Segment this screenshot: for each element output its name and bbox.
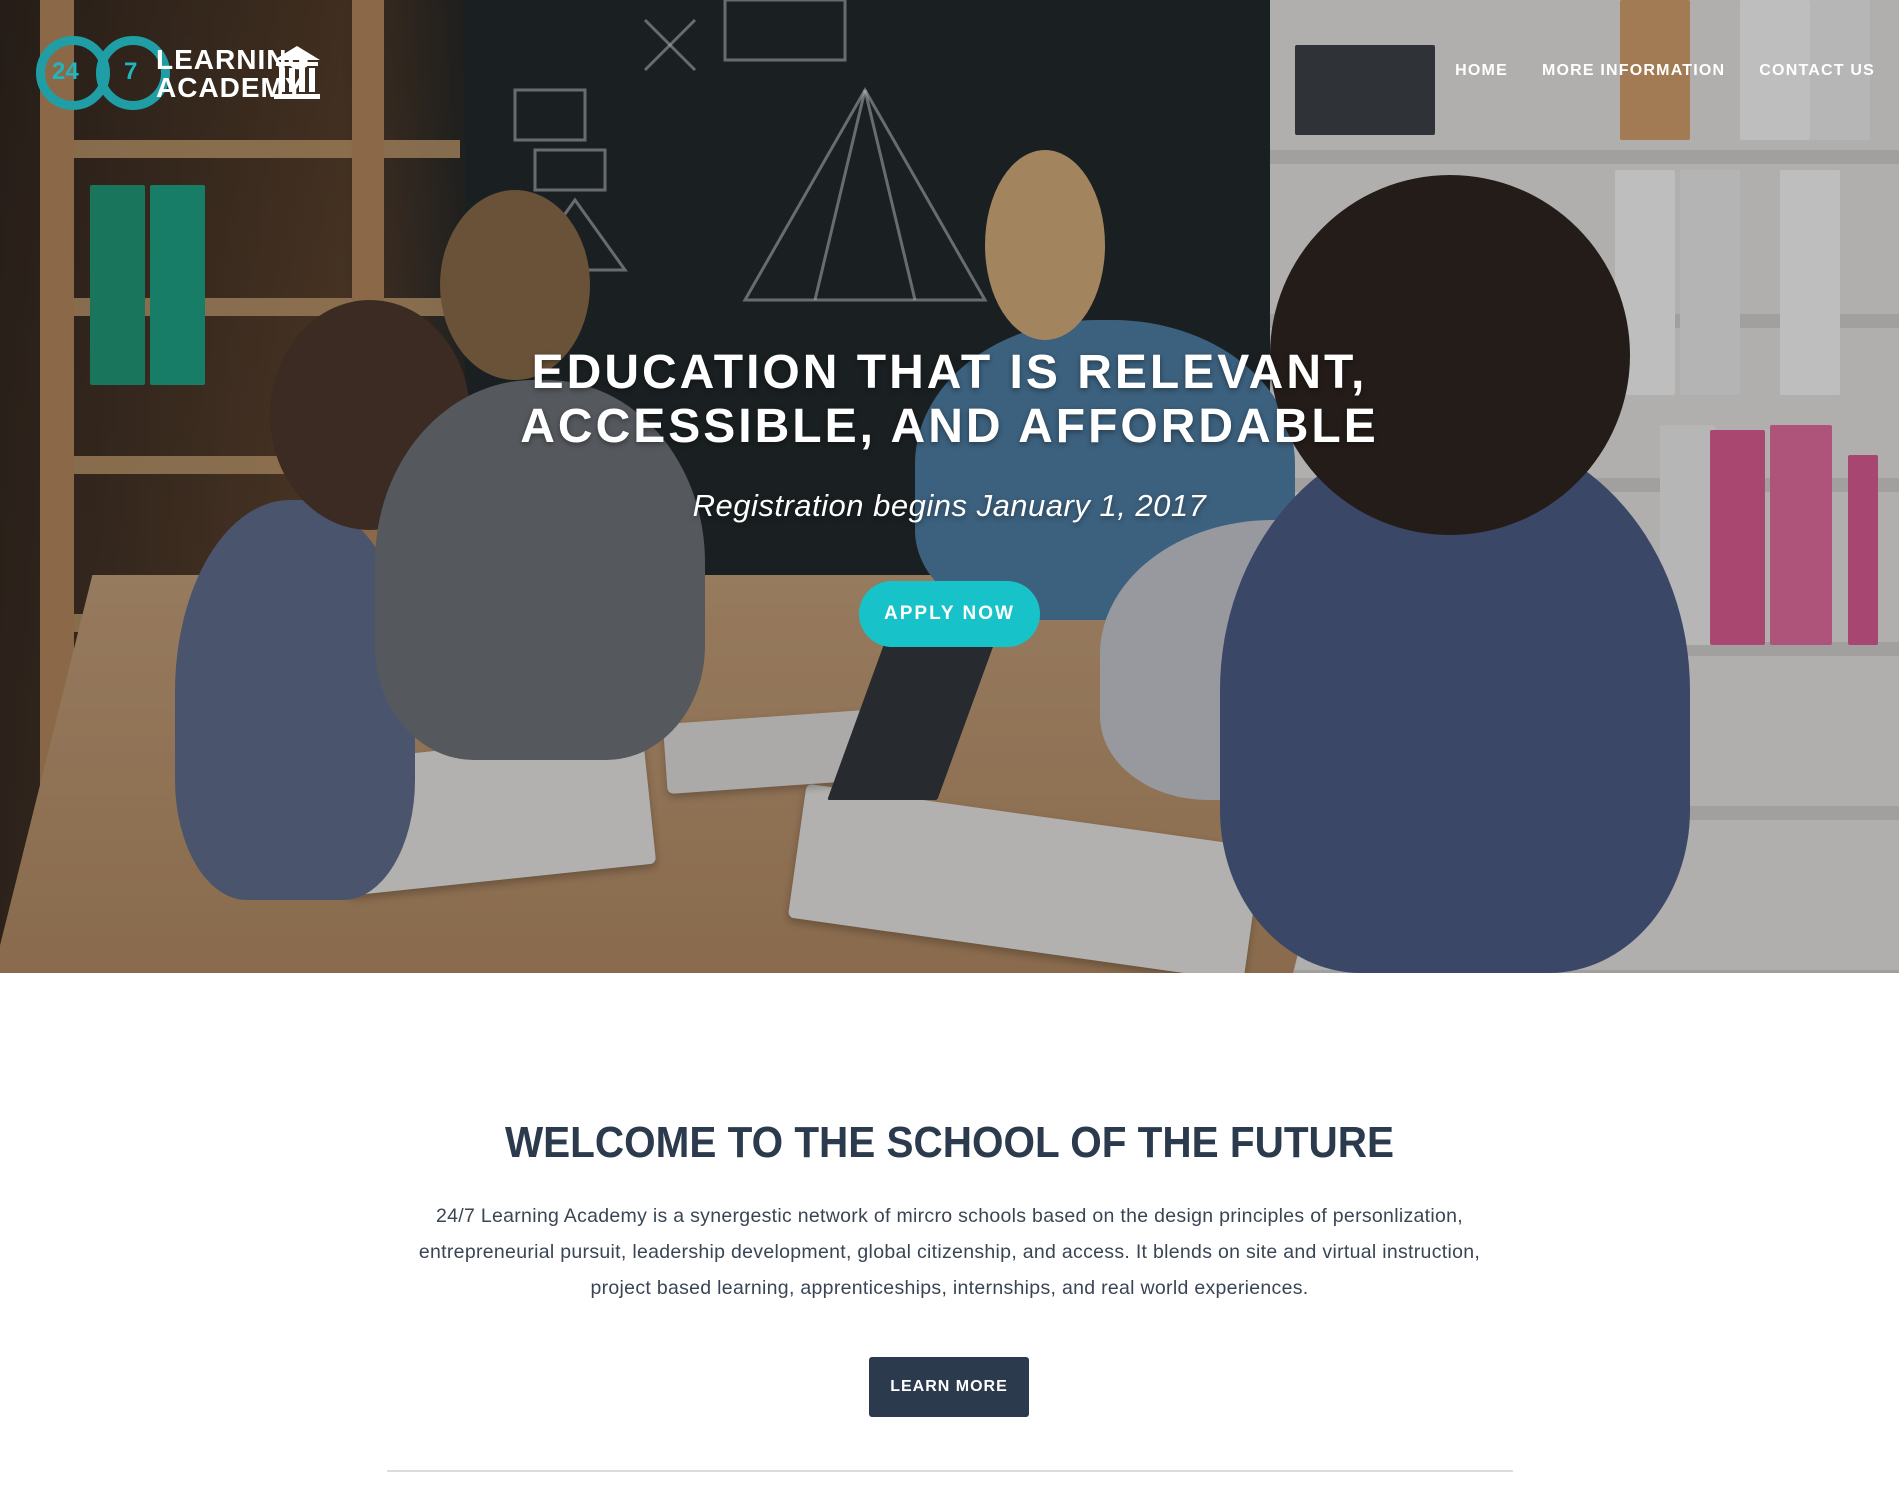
logo-number-24: 24	[52, 58, 79, 85]
hero-title-line1: EDUCATION THAT IS RELEVANT,	[531, 346, 1368, 399]
hero-background-photo	[0, 0, 1899, 973]
hero-subtitle: Registration begins January 1, 2017	[692, 488, 1207, 523]
nav-more-information[interactable]: MORE INFORMATION	[1542, 62, 1725, 80]
hero-banner: 24 7 LEARNING ACADEMY HOME MORE INFORMAT…	[0, 0, 1899, 973]
hero-title: EDUCATION THAT IS RELEVANT, ACCESSIBLE, …	[0, 346, 1899, 454]
building-columns-icon	[274, 46, 320, 99]
welcome-title: WELCOME TO THE SCHOOL OF THE FUTURE	[504, 1118, 1395, 1167]
welcome-body: 24/7 Learning Academy is a synergestic n…	[400, 1198, 1499, 1306]
apply-now-button[interactable]: APPLY NOW	[859, 581, 1040, 647]
logo-number-7: 7	[124, 58, 138, 85]
section-divider	[387, 1470, 1513, 1472]
welcome-body-line2: entrepreneurial pursuit, leadership deve…	[418, 1241, 1481, 1263]
welcome-body-line1: 24/7 Learning Academy is a synergestic n…	[435, 1205, 1464, 1227]
hero-overlay	[0, 0, 1899, 973]
nav-contact-us[interactable]: CONTACT US	[1759, 62, 1875, 80]
welcome-body-line3: project based learning, apprenticeships,…	[590, 1277, 1309, 1299]
nav-home[interactable]: HOME	[1455, 62, 1508, 80]
site-logo[interactable]: 24 7 LEARNING ACADEMY	[36, 34, 326, 114]
hero-title-line2: ACCESSIBLE, AND AFFORDABLE	[520, 400, 1379, 453]
main-nav: HOME MORE INFORMATION CONTACT US	[1455, 62, 1875, 80]
learn-more-button[interactable]: LEARN MORE	[869, 1357, 1029, 1417]
